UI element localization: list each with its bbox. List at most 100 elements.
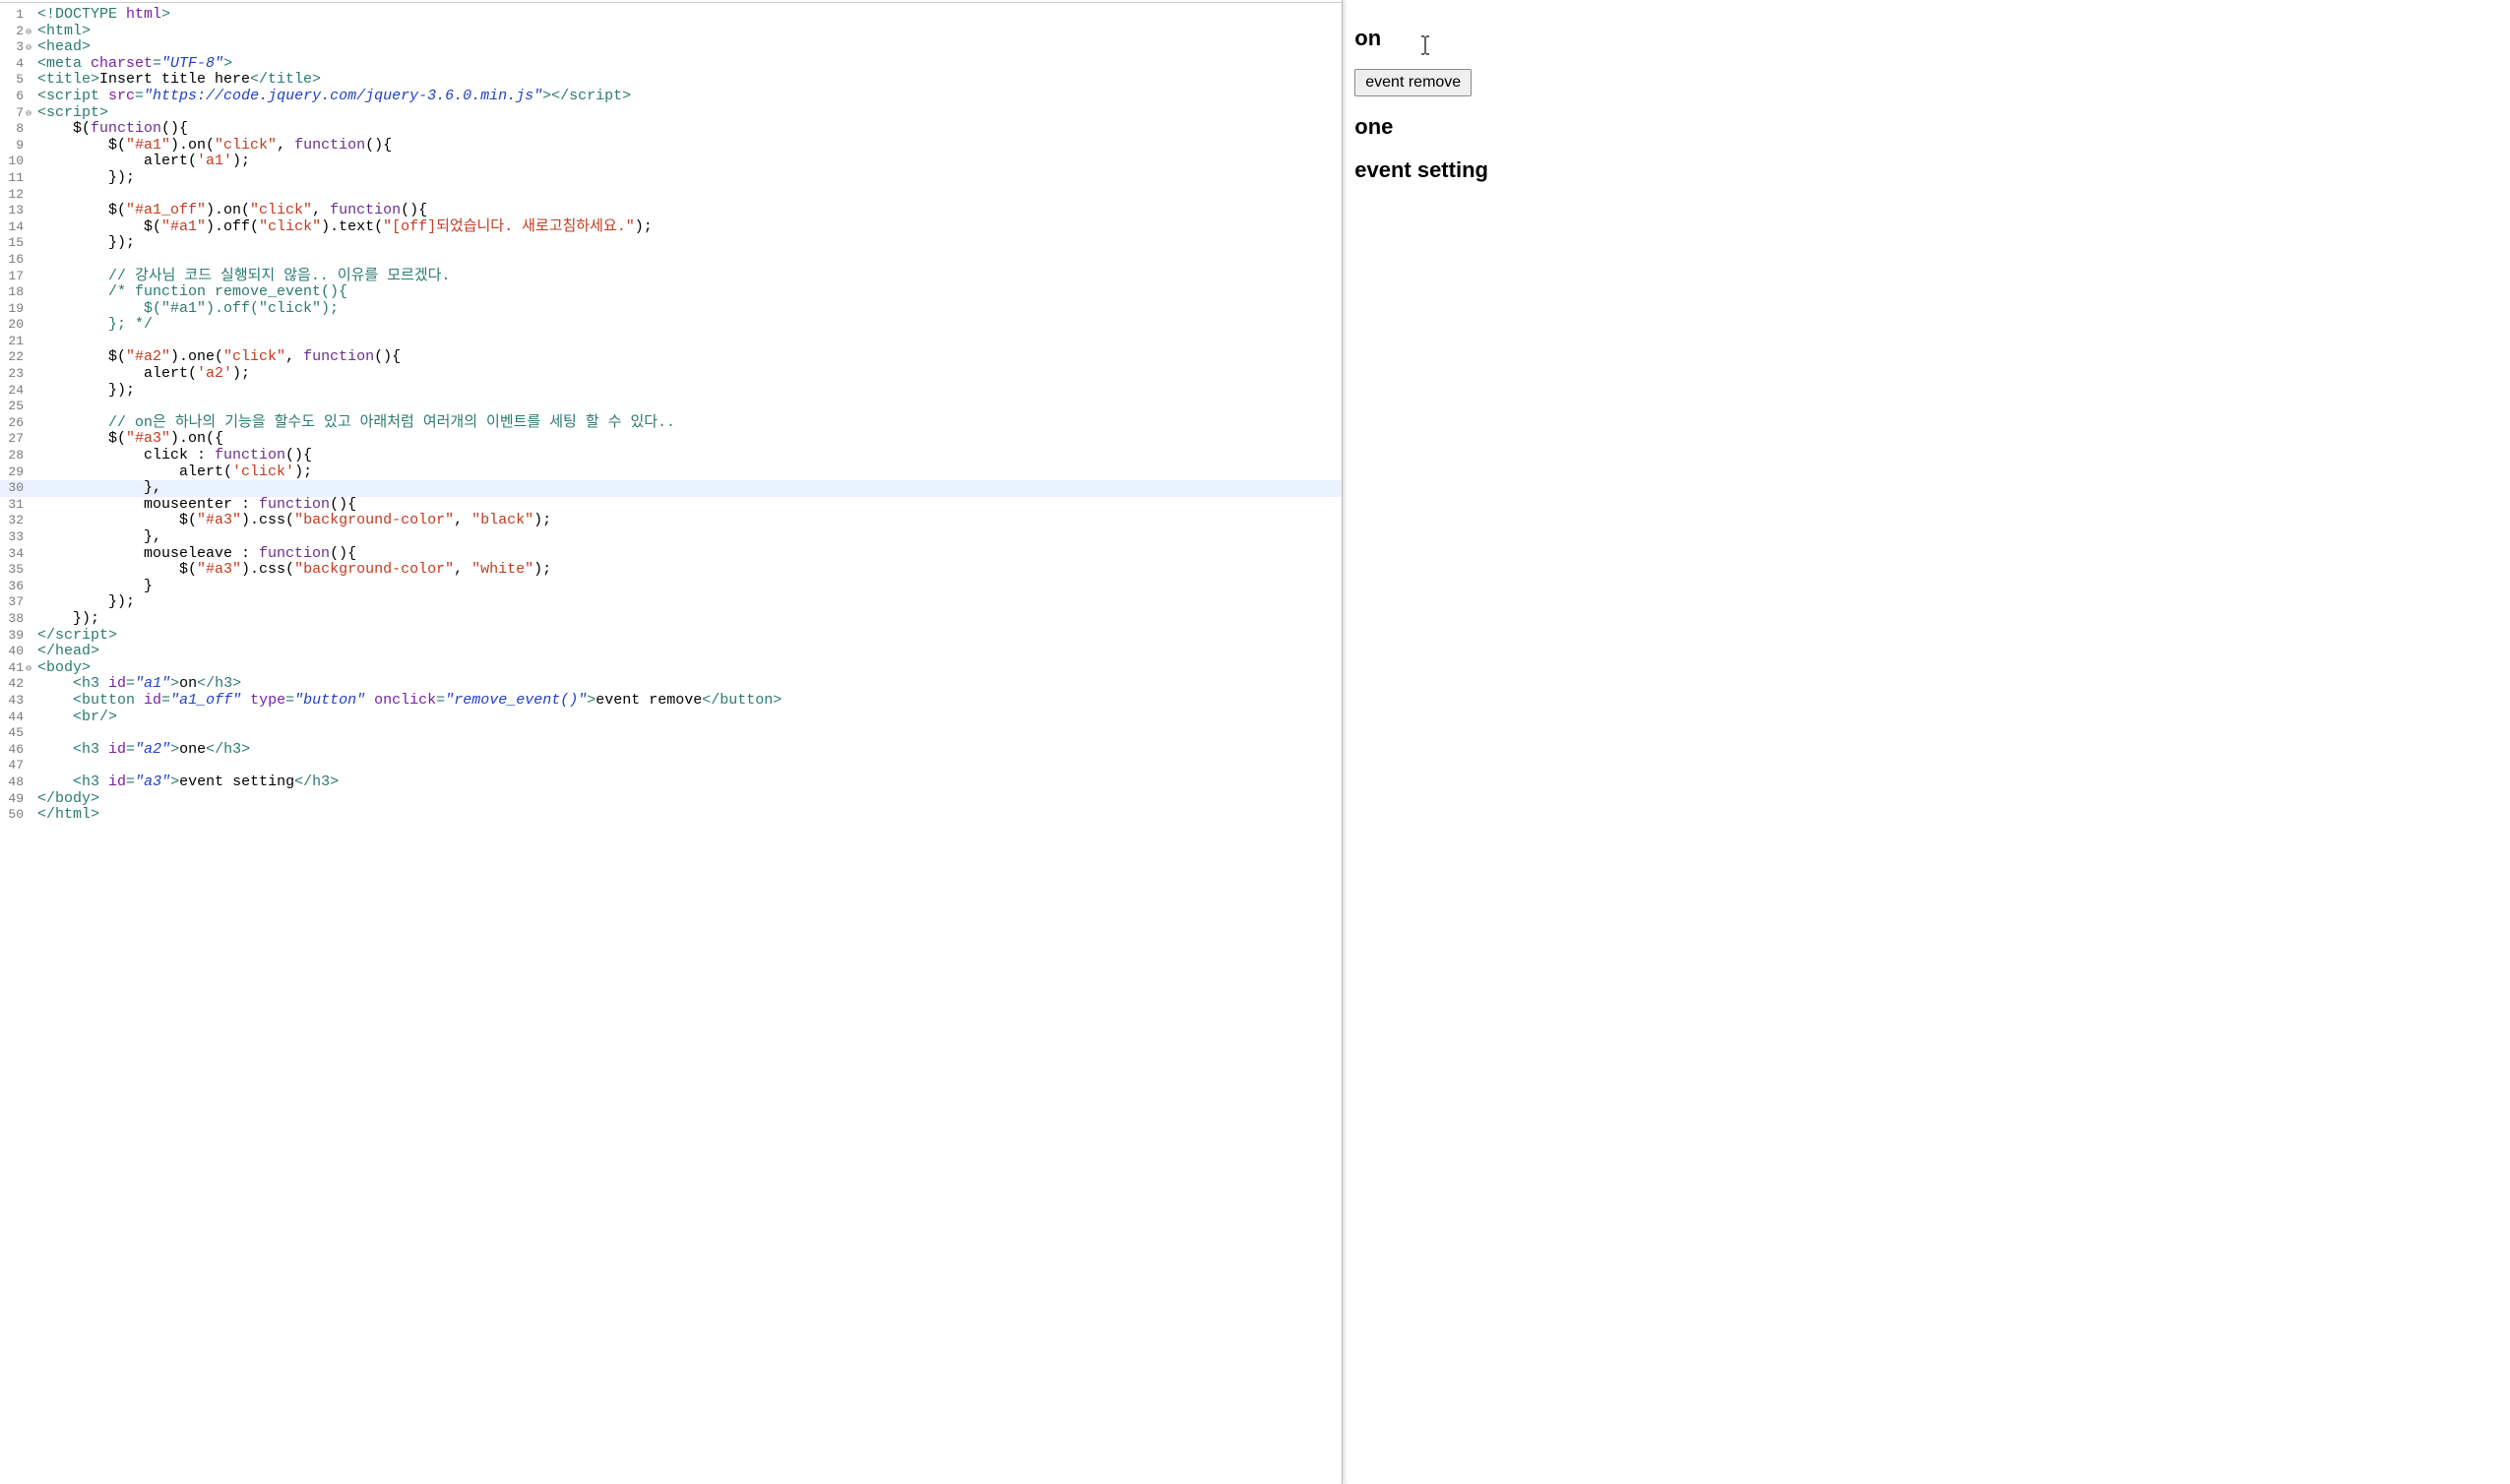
code-text[interactable]: <html>: [35, 24, 91, 40]
code-line[interactable]: 46 <h3 id="a2">one</h3>: [0, 742, 1342, 759]
code-line[interactable]: 42 <h3 id="a1">on</h3>: [0, 676, 1342, 693]
code-line[interactable]: 45: [0, 725, 1342, 742]
code-line[interactable]: 4<meta charset="UTF-8">: [0, 56, 1342, 73]
code-text[interactable]: <script>: [35, 105, 108, 122]
fold-toggle-icon[interactable]: ⊖: [26, 662, 35, 679]
code-text[interactable]: $("#a2").one("click", function(){: [35, 349, 401, 366]
code-line[interactable]: 47: [0, 758, 1342, 774]
code-line[interactable]: 31 mouseenter : function(){: [0, 497, 1342, 514]
code-text[interactable]: alert('click');: [35, 464, 312, 481]
code-area[interactable]: 1<!DOCTYPE html>2⊖<html>3⊖<head>4<meta c…: [0, 3, 1342, 824]
code-line[interactable]: 48 <h3 id="a3">event setting</h3>: [0, 774, 1342, 791]
code-text[interactable]: // 강사님 코드 실행되지 않음.. 이유를 모르겠다.: [35, 269, 450, 285]
code-text[interactable]: // on은 하나의 기능을 할수도 있고 아래처럼 여러개의 이벤트를 세팅 …: [35, 415, 675, 432]
code-text[interactable]: });: [35, 611, 99, 628]
code-text[interactable]: /* function remove_event(){: [35, 284, 347, 301]
code-text[interactable]: $("#a3").css("background-color", "black"…: [35, 513, 551, 529]
code-line[interactable]: 29 alert('click');: [0, 464, 1342, 481]
code-text[interactable]: $("#a3").css("background-color", "white"…: [35, 562, 551, 579]
fold-toggle-icon[interactable]: ⊖: [26, 26, 35, 42]
code-text[interactable]: mouseleave : function(){: [35, 546, 356, 563]
code-line[interactable]: 49</body>: [0, 791, 1342, 808]
code-line[interactable]: 1<!DOCTYPE html>: [0, 7, 1342, 24]
code-line[interactable]: 41⊖<body>: [0, 660, 1342, 677]
code-line[interactable]: 44 <br/>: [0, 710, 1342, 726]
code-text[interactable]: <!DOCTYPE html>: [35, 7, 170, 24]
code-line[interactable]: 16: [0, 252, 1342, 269]
code-line[interactable]: 23 alert('a2');: [0, 366, 1342, 383]
code-line[interactable]: 35 $("#a3").css("background-color", "whi…: [0, 562, 1342, 579]
code-text[interactable]: }; */: [35, 317, 153, 334]
code-line[interactable]: 19 $("#a1").off("click");: [0, 301, 1342, 318]
code-line[interactable]: 5<title>Insert title here</title>: [0, 72, 1342, 89]
code-text[interactable]: <h3 id="a3">event setting</h3>: [35, 774, 339, 791]
code-line[interactable]: 15 });: [0, 235, 1342, 252]
code-text[interactable]: <button id="a1_off" type="button" onclic…: [35, 693, 782, 710]
code-text[interactable]: <meta charset="UTF-8">: [35, 56, 232, 73]
code-text[interactable]: $("#a1").off("click");: [35, 301, 339, 318]
code-text[interactable]: $("#a3").on({: [35, 431, 223, 448]
code-line[interactable]: 20 }; */: [0, 317, 1342, 334]
code-text[interactable]: <title>Insert title here</title>: [35, 72, 321, 89]
code-editor-pane[interactable]: 1<!DOCTYPE html>2⊖<html>3⊖<head>4<meta c…: [0, 0, 1343, 1484]
code-text[interactable]: </body>: [35, 791, 99, 808]
code-text[interactable]: $("#a1").on("click", function(){: [35, 138, 392, 155]
code-text[interactable]: <h3 id="a1">on</h3>: [35, 676, 241, 693]
code-line[interactable]: 32 $("#a3").css("background-color", "bla…: [0, 513, 1342, 529]
code-text[interactable]: alert('a1');: [35, 154, 250, 170]
event-remove-button[interactable]: event remove: [1354, 69, 1472, 96]
fold-toggle-icon[interactable]: ⊖: [26, 107, 35, 124]
code-line[interactable]: 43 <button id="a1_off" type="button" onc…: [0, 693, 1342, 710]
code-line[interactable]: 37 });: [0, 594, 1342, 611]
code-line[interactable]: 40</head>: [0, 644, 1342, 660]
code-text[interactable]: </head>: [35, 644, 99, 660]
code-text[interactable]: $("#a1").off("click").text("[off]되었습니다. …: [35, 219, 653, 236]
code-line[interactable]: 30 },: [0, 480, 1342, 497]
code-line[interactable]: 26 // on은 하나의 기능을 할수도 있고 아래처럼 여러개의 이벤트를 …: [0, 415, 1342, 432]
code-line[interactable]: 8 $(function(){: [0, 121, 1342, 138]
code-line[interactable]: 3⊖<head>: [0, 39, 1342, 56]
code-text[interactable]: click : function(){: [35, 448, 312, 464]
code-text[interactable]: <h3 id="a2">one</h3>: [35, 742, 250, 759]
code-line[interactable]: 13 $("#a1_off").on("click", function(){: [0, 203, 1342, 219]
code-line[interactable]: 9 $("#a1").on("click", function(){: [0, 138, 1342, 155]
code-line[interactable]: 50</html>: [0, 807, 1342, 824]
code-text[interactable]: <head>: [35, 39, 91, 56]
code-text[interactable]: }: [35, 579, 153, 595]
code-text[interactable]: $(function(){: [35, 121, 188, 138]
code-line[interactable]: 38 });: [0, 611, 1342, 628]
code-line[interactable]: 6<script src="https://code.jquery.com/jq…: [0, 89, 1342, 105]
code-line[interactable]: 17 // 강사님 코드 실행되지 않음.. 이유를 모르겠다.: [0, 269, 1342, 285]
code-line[interactable]: 10 alert('a1');: [0, 154, 1342, 170]
code-line[interactable]: 7⊖<script>: [0, 105, 1342, 122]
code-line[interactable]: 27 $("#a3").on({: [0, 431, 1342, 448]
code-text[interactable]: </html>: [35, 807, 99, 824]
fold-toggle-icon[interactable]: ⊖: [26, 41, 35, 58]
code-text[interactable]: $("#a1_off").on("click", function(){: [35, 203, 427, 219]
code-line[interactable]: 25: [0, 399, 1342, 415]
code-text[interactable]: });: [35, 383, 135, 400]
code-line[interactable]: 33 },: [0, 529, 1342, 546]
code-line[interactable]: 39</script>: [0, 628, 1342, 645]
code-text[interactable]: },: [35, 480, 161, 497]
code-line[interactable]: 36 }: [0, 579, 1342, 595]
code-line[interactable]: 21: [0, 334, 1342, 350]
code-line[interactable]: 14 $("#a1").off("click").text("[off]되었습니…: [0, 219, 1342, 236]
heading-on[interactable]: on: [1354, 26, 2498, 51]
code-text[interactable]: },: [35, 529, 161, 546]
code-text[interactable]: <script src="https://code.jquery.com/jqu…: [35, 89, 631, 105]
code-text[interactable]: <br/>: [35, 710, 117, 726]
code-text[interactable]: });: [35, 594, 135, 611]
code-text[interactable]: mouseenter : function(){: [35, 497, 356, 514]
code-text[interactable]: </script>: [35, 628, 117, 645]
code-line[interactable]: 18 /* function remove_event(){: [0, 284, 1342, 301]
code-text[interactable]: });: [35, 235, 135, 252]
heading-one[interactable]: one: [1354, 114, 2498, 140]
code-text[interactable]: <body>: [35, 660, 91, 677]
code-text[interactable]: });: [35, 170, 135, 187]
code-line[interactable]: 24 });: [0, 383, 1342, 400]
code-line[interactable]: 12: [0, 187, 1342, 204]
code-text[interactable]: alert('a2');: [35, 366, 250, 383]
code-line[interactable]: 28 click : function(){: [0, 448, 1342, 464]
code-line[interactable]: 34 mouseleave : function(){: [0, 546, 1342, 563]
